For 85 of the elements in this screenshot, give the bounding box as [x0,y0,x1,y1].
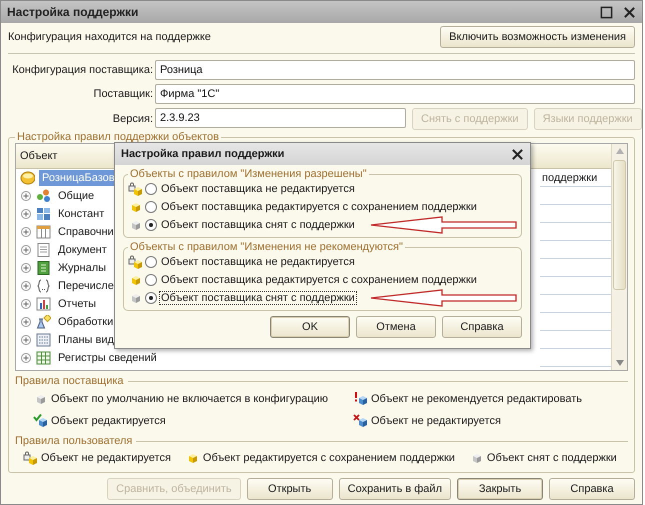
expand-icon [21,299,31,309]
option-label[interactable]: Объект поставщика не редактируется [159,182,357,196]
enable-changes-button[interactable]: Включить возможность изменения [440,26,635,48]
expand-icon [21,263,31,273]
field-label: Поставщик: [92,88,153,100]
group-title: Объекты с правилом "Изменения не рекомендуются" [129,241,404,253]
radio-button[interactable] [145,201,157,213]
radio-button[interactable] [145,219,157,231]
option-label[interactable]: Объект поставщика снят с поддержки [159,291,357,305]
expand-icon [21,335,31,345]
scrollbar[interactable] [611,144,627,370]
tree-item[interactable]: Отчеты [55,296,100,312]
book-icon [36,261,51,275]
document-icon [36,243,51,257]
shapes-icon [36,189,51,203]
legend-text: Объект редактируется [51,415,166,427]
lock-cube-icon [128,255,143,269]
tree-item[interactable]: Констант [55,206,108,222]
tree-item[interactable]: Обработки [55,314,116,330]
field-label: Конфигурация поставщика: [11,64,153,76]
section-title: Правила пользователя [15,435,132,447]
lock-cube-icon [23,451,38,465]
flask-icon [36,315,51,329]
dialog-title: Настройка правил поддержки [121,148,284,160]
scrollbar-thumb[interactable] [613,160,626,290]
dialog-button[interactable]: Открыть [246,478,333,500]
status-text: Конфигурация находится на поддержке [8,31,211,43]
expand-icon [21,191,31,201]
exclamation-cube-icon [353,392,368,406]
expand-icon [21,227,31,237]
radio-button[interactable] [145,183,157,195]
group-title: Объекты с правилом "Изменения разрешены" [129,168,368,180]
dialog-button[interactable]: Отмена [356,316,436,338]
check-cube-icon [33,414,48,428]
tree-item[interactable]: Планы вид [55,332,117,348]
table-cell: поддержки [542,172,598,184]
section-title: Правила поставщика [15,375,124,387]
field-label: Версия: [112,113,153,125]
grid-icon [36,351,51,365]
close-icon[interactable] [623,6,636,18]
expand-icon [21,353,31,363]
tree-item[interactable]: Журналы [55,260,110,276]
scroll-down-icon[interactable] [616,360,624,366]
option-label[interactable]: Объект поставщика редактируется с сохранением поддержки [159,200,479,214]
tree-item[interactable]: Документ [55,242,110,258]
legend-text: Объект снят с поддержки [486,452,617,464]
tree-item[interactable]: Справочни [55,224,117,240]
dialog-button[interactable]: Закрыть [457,478,543,500]
keypad-icon [36,333,51,347]
dialog-button[interactable]: Справка [442,316,522,338]
option-label[interactable]: Объект поставщика редактируется с сохранением поддержки [159,273,479,287]
cross-cube-icon [353,414,368,428]
option-label[interactable]: Объект поставщика не редактируется [159,255,357,269]
bar-chart-icon [36,297,51,311]
radio-button[interactable] [145,292,157,304]
dialog-button[interactable]: Справка [549,478,635,500]
tree-item[interactable]: Регистры сведений [55,350,160,366]
option-label[interactable]: Объект поставщика снят с поддержки [159,218,357,232]
radio-button[interactable] [145,256,157,268]
expand-icon [21,281,31,291]
table-icon [36,225,51,239]
group-title: Настройка правил поддержки объектов [16,131,220,143]
legend-text: Объект не рекомендуется редактировать [371,393,582,405]
legend-text: Объект по умолчанию не включается в конфигурацию [51,393,328,405]
column-header[interactable]: Объект [20,150,58,162]
tree-item[interactable]: Общие [55,188,98,204]
braces-icon [36,279,51,293]
expand-icon [21,245,31,255]
input-field[interactable]: 2.3.9.23 [155,108,406,128]
expand-icon [21,209,31,219]
dialog-button[interactable]: OK [270,316,350,338]
radio-button[interactable] [145,274,157,286]
expand-icon [21,317,31,327]
legend-text: Объект редактируется с сохранением поддержки [202,452,455,464]
input-field[interactable]: Розница [155,60,635,80]
legend-text: Объект не редактируется [41,452,171,464]
maximize-icon[interactable] [600,6,613,18]
lock-cube-icon [128,182,143,196]
input-field[interactable]: Фирма "1С" [155,84,635,104]
legend-text: Объект не редактируется [371,415,501,427]
tree-item[interactable]: Перечисле [55,278,117,294]
squares-icon [36,207,51,221]
close-icon[interactable] [511,148,524,160]
dialog-button[interactable]: Сохранить в файл [338,478,451,500]
window-title: Настройка поддержки [7,5,138,19]
